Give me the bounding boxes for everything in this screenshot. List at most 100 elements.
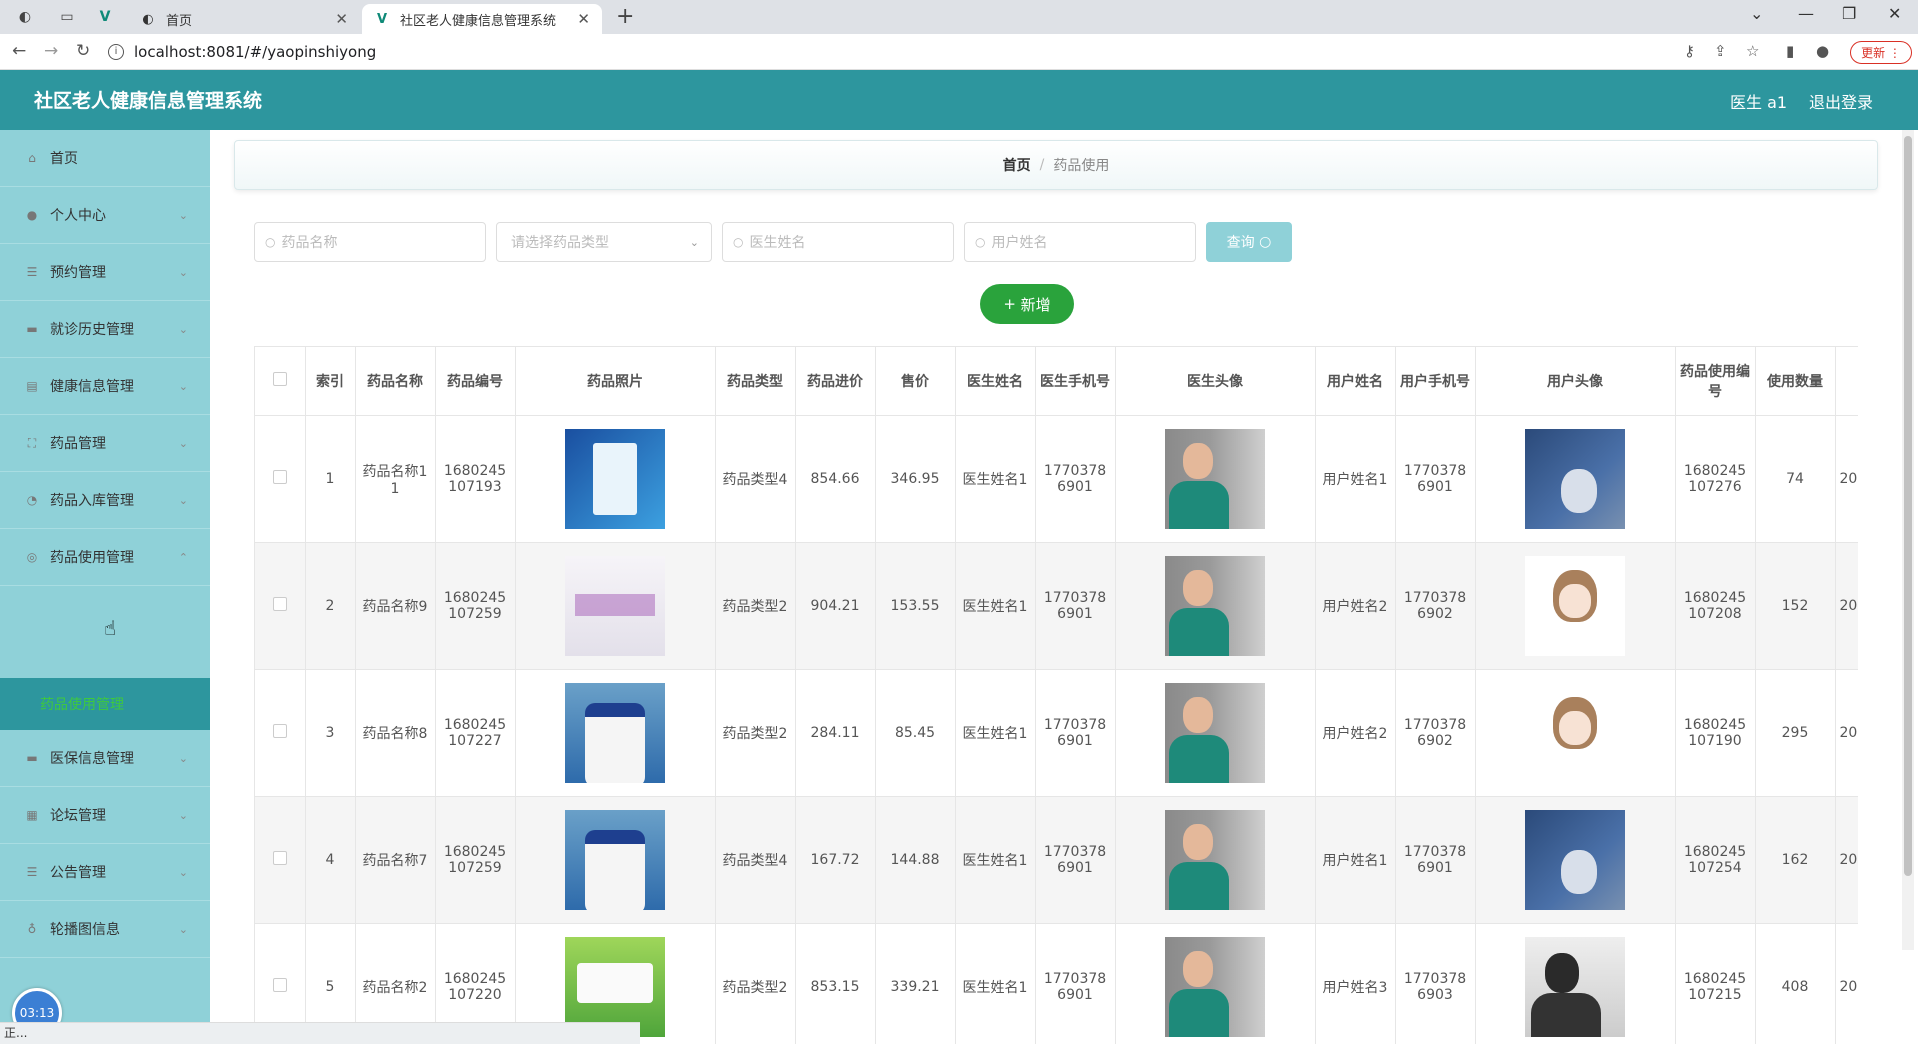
close-icon[interactable]: ✕ [577,10,590,28]
doctor-avatar[interactable] [1165,428,1265,529]
row-checkbox[interactable] [255,415,306,543]
vertical-scrollbar[interactable] [1902,130,1914,950]
user-avatar[interactable] [1525,682,1625,783]
forward-icon[interactable]: → [44,41,58,61]
breadcrumb-separator: / [1039,157,1045,173]
cell-use-no: 1680245107254 [1675,796,1756,924]
doctor-avatar[interactable] [1165,682,1265,783]
user-avatar[interactable] [1525,428,1625,529]
query-button[interactable]: 查询 ○ [1206,222,1292,262]
url-field[interactable]: i localhost:8081/#/yaopinshiyong [108,39,1678,65]
sidebar-item-appointment[interactable]: ☰ 预约管理 ⌄ [0,244,210,301]
sidebar-item-carousel[interactable]: ♁ 轮播图信息 ⌄ [0,901,210,958]
sidebar-item-visit-history[interactable]: ▬ 就诊历史管理 ⌄ [0,301,210,358]
cell-cost: 853.15 [795,923,876,1044]
sidebar-item-label: 药品入库管理 [50,493,134,509]
sidebar-item-drugs[interactable]: ⛶ 药品管理 ⌄ [0,415,210,472]
sidebar-item-drug-stock-in[interactable]: ◔ 药品入库管理 ⌄ [0,472,210,529]
mouse-cursor-icon: ☝ [104,616,117,640]
cell-doctor-phone: 17703786901 [1035,796,1116,924]
profile-icon[interactable]: ● [1816,42,1829,60]
breadcrumb-home[interactable]: 首页 [1003,155,1031,175]
cell-drug-name: 药品名称8 [355,669,436,797]
cell-user-name: 用户姓名2 [1315,542,1396,670]
cell-drug-type: 药品类型4 [715,796,796,924]
sidebar-item-label: 轮播图信息 [50,922,120,938]
app-title: 社区老人健康信息管理系统 [34,90,263,112]
clipboard-icon: ▤ [26,379,38,393]
data-table: 索引 药品名称 药品编号 药品照片 药品类型 药品进价 售价 医生姓名 医生手机… [254,346,1858,1044]
cell-doctor-name: 医生姓名1 [955,923,1036,1044]
back-icon[interactable]: ← [12,41,26,61]
update-button[interactable]: 更新 ⋮ [1850,41,1912,64]
sidebar-item-home[interactable]: ⌂ 首页 [0,130,210,187]
vue-icon: V [376,11,388,27]
select-all-checkbox[interactable] [255,347,306,416]
user-avatar[interactable] [1525,555,1625,656]
info-icon[interactable]: i [108,44,124,60]
drug-photo[interactable] [565,809,665,910]
tab-icon-1[interactable]: ◐ [12,6,38,28]
reload-icon[interactable]: ↻ [76,41,90,61]
cell-drug-name: 药品名称11 [355,415,436,543]
doctor-avatar[interactable] [1165,555,1265,656]
globe-icon: ◐ [142,11,154,27]
tab-icon-2[interactable]: ▭ [54,6,80,28]
sidebar-item-notice[interactable]: ☰ 公告管理 ⌄ [0,844,210,901]
minimize-icon[interactable]: — [1798,4,1814,23]
microphone-icon: ♁ [27,922,37,936]
drug-photo[interactable] [565,428,665,529]
close-window-icon[interactable]: ✕ [1888,4,1901,23]
share-icon[interactable]: ⇪ [1714,42,1727,60]
restore-icon[interactable]: ❐ [1842,4,1856,23]
cell-cost: 284.11 [795,669,876,797]
add-label: 新增 [1020,295,1051,314]
cell-drug-photo [515,542,716,670]
user-name-input[interactable]: ○ 用户姓名 [964,222,1196,262]
logout-button[interactable]: 退出登录 [1809,89,1873,113]
tab-title: 首页 [166,13,193,29]
sidebar-item-health-info[interactable]: ▤ 健康信息管理 ⌄ [0,358,210,415]
cell-user-avatar [1475,923,1676,1044]
close-icon[interactable]: ✕ [335,10,348,28]
drug-photo[interactable] [565,682,665,783]
placeholder: 请选择药品类型 [511,235,609,251]
column-header: 药品使用编号 [1675,347,1756,416]
drug-type-select[interactable]: 请选择药品类型 ⌄ [496,222,712,262]
scrollbar-thumb[interactable] [1904,136,1912,876]
sidebar-item-insurance[interactable]: ▬ 医保信息管理 ⌄ [0,730,210,787]
list-icon: ☰ [26,265,38,279]
cell-user-name: 用户姓名1 [1315,415,1396,543]
sidebar-item-personal[interactable]: ● 个人中心 ⌄ [0,187,210,244]
column-header: 医生姓名 [955,347,1036,416]
vue-tab-icon[interactable]: V [92,6,118,28]
doctor-avatar[interactable] [1165,809,1265,910]
browser-tab-home[interactable]: ◐ 首页 ✕ [128,4,360,34]
placeholder: 医生姓名 [749,235,806,251]
grid-icon: ▦ [26,808,38,822]
row-checkbox[interactable] [255,796,306,924]
sidebar-item-forum[interactable]: ▦ 论坛管理 ⌄ [0,787,210,844]
user-avatar[interactable] [1525,936,1625,1037]
drug-name-input[interactable]: ○ 药品名称 [254,222,486,262]
drug-photo[interactable] [565,555,665,656]
chevron-down-icon: ⌄ [178,265,188,279]
new-tab-icon[interactable]: + [616,4,634,29]
row-checkbox[interactable] [255,542,306,670]
doctor-avatar[interactable] [1165,936,1265,1037]
row-checkbox[interactable] [255,669,306,797]
sidebar-item-label: 首页 [50,151,78,167]
cell-user-phone: 17703786903 [1395,923,1476,1044]
user-avatar[interactable] [1525,809,1625,910]
star-icon[interactable]: ☆ [1746,42,1759,60]
browser-tab-app[interactable]: V 社区老人健康信息管理系统 ✕ [362,4,602,34]
cell-date: 20-3 [1835,542,1858,670]
chevron-down-icon[interactable]: ⌄ [1750,4,1763,23]
add-button[interactable]: + 新增 [980,284,1074,324]
sidebar-item-drug-usage[interactable]: ◎ 药品使用管理 ⌃ [0,529,210,586]
sidepanel-icon[interactable]: ▮ [1786,42,1794,60]
key-icon[interactable]: ⚷ [1684,42,1695,60]
submenu-drug-usage-management[interactable]: 药品使用管理 [0,678,210,730]
cell-use-no: 1680245107190 [1675,669,1756,797]
doctor-name-input[interactable]: ○ 医生姓名 [722,222,954,262]
